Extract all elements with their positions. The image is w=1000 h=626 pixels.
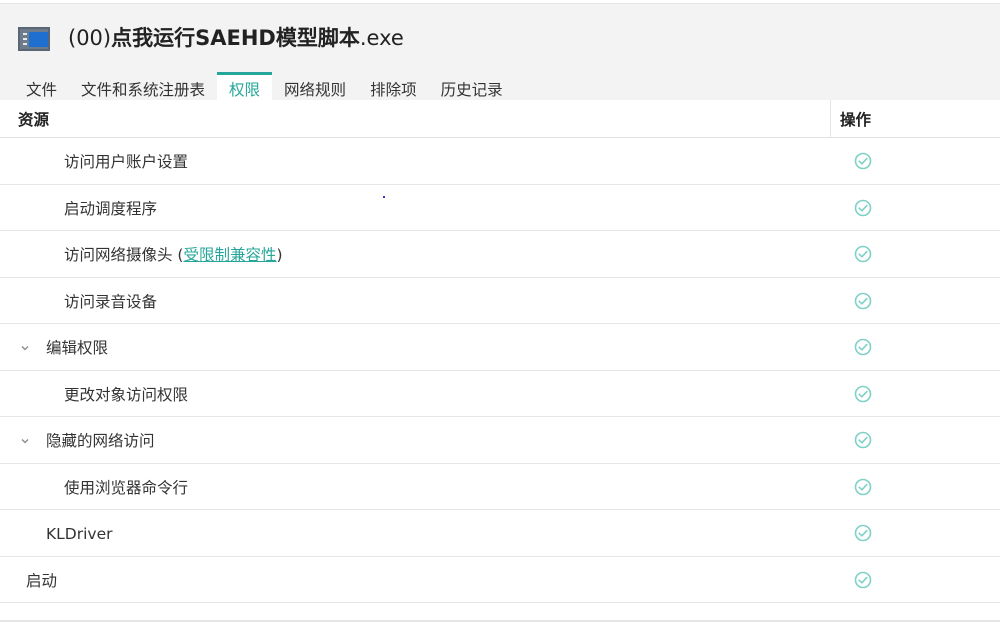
table-row[interactable]: 更改对象访问权限 <box>0 371 1000 417</box>
row-label: 启动 <box>26 571 58 590</box>
check-circle-icon[interactable] <box>854 152 872 170</box>
table-header: 资源 操作 <box>0 100 1000 138</box>
table-row[interactable]: 编辑权限 <box>0 324 1000 371</box>
column-header-action[interactable]: 操作 <box>840 100 871 138</box>
title-bold: 点我运行SAEHD模型脚本 <box>111 26 360 50</box>
app-window: (00)点我运行SAEHD模型脚本.exe 文件 文件和系统注册表 权限 网络规… <box>0 0 1000 626</box>
table-row[interactable]: KLDriver <box>0 510 1000 557</box>
table-row[interactable]: 访问录音设备 <box>0 278 1000 324</box>
permissions-table: 访问用户账户设置 启动调度程序 访问网络摄像头 (受限制兼容性) 访问录音设备 … <box>0 138 1000 603</box>
column-divider[interactable] <box>830 100 831 138</box>
row-label: 访问录音设备 <box>64 292 158 311</box>
row-label: 隐藏的网络访问 <box>46 432 155 450</box>
table-row[interactable]: 访问网络摄像头 (受限制兼容性) <box>0 231 1000 278</box>
row-label-close: ) <box>276 246 283 264</box>
check-circle-icon[interactable] <box>854 478 872 496</box>
check-circle-icon[interactable] <box>854 338 872 356</box>
row-label: 使用浏览器命令行 <box>64 478 189 497</box>
application-window-icon <box>18 27 50 51</box>
title-suffix: .exe <box>359 26 404 50</box>
check-circle-icon[interactable] <box>854 571 872 589</box>
limited-compatibility-link[interactable]: 受限制兼容性 <box>183 246 276 264</box>
table-row[interactable]: 隐藏的网络访问 <box>0 417 1000 464</box>
row-label-text: 访问网络摄像头 ( <box>64 246 184 264</box>
table-row[interactable]: 启动调度程序 <box>0 185 1000 231</box>
row-label: 启动调度程序 <box>64 199 158 218</box>
window-title: (00)点我运行SAEHD模型脚本.exe <box>68 23 404 53</box>
chevron-down-icon[interactable] <box>20 436 30 446</box>
check-circle-icon[interactable] <box>854 524 872 542</box>
check-circle-icon[interactable] <box>854 292 872 310</box>
row-label: KLDriver <box>46 525 113 543</box>
check-circle-icon[interactable] <box>854 385 872 403</box>
check-circle-icon[interactable] <box>854 245 872 263</box>
table-row[interactable]: 访问用户账户设置 <box>0 138 1000 185</box>
chevron-down-icon[interactable] <box>20 343 30 353</box>
row-label: 访问用户账户设置 <box>64 153 189 171</box>
table-row[interactable]: 启动 <box>0 557 1000 603</box>
row-label: 编辑权限 <box>46 339 109 357</box>
bottom-edge <box>0 620 1000 622</box>
title-prefix: (00) <box>68 26 112 50</box>
column-header-resource[interactable]: 资源 <box>18 100 49 138</box>
row-label: 访问网络摄像头 (受限制兼容性) <box>64 231 283 277</box>
row-label: 更改对象访问权限 <box>64 385 189 404</box>
check-circle-icon[interactable] <box>854 431 872 449</box>
header: (00)点我运行SAEHD模型脚本.exe 文件 文件和系统注册表 权限 网络规… <box>0 4 1000 104</box>
table-row[interactable]: 使用浏览器命令行 <box>0 464 1000 510</box>
check-circle-icon[interactable] <box>854 199 872 217</box>
stray-pixel <box>383 196 385 198</box>
